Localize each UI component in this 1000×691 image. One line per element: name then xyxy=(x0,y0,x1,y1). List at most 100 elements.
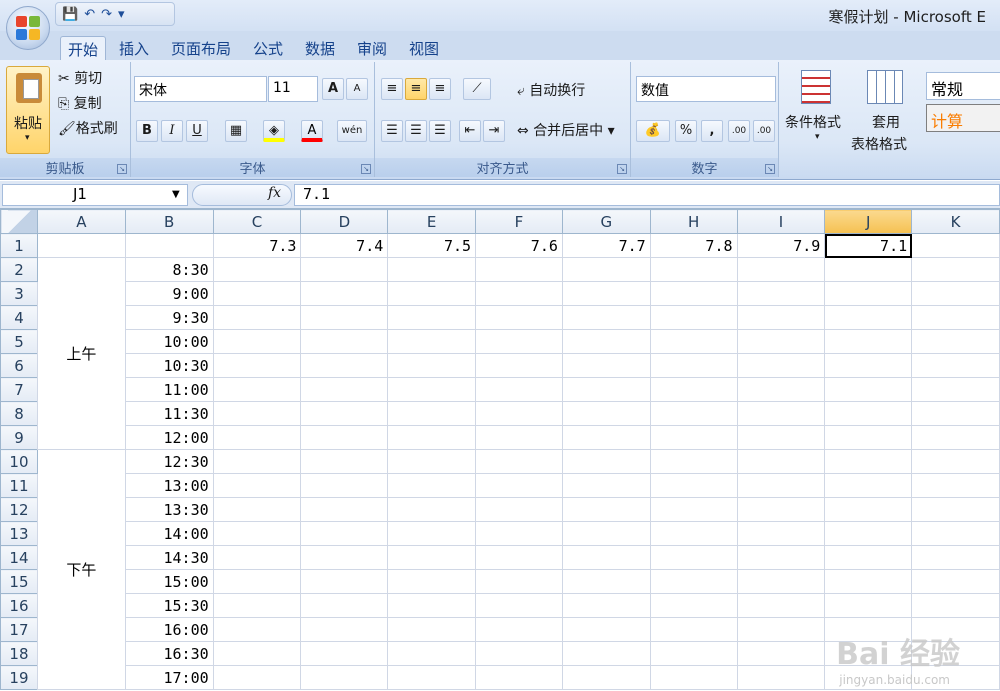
cell[interactable] xyxy=(387,305,477,330)
cell[interactable] xyxy=(824,401,913,426)
clipboard-launcher-icon[interactable]: ↘ xyxy=(117,164,127,174)
merge-center-button[interactable]: ⇔ 合并后居中 ▾ xyxy=(517,120,615,140)
save-icon[interactable]: 💾 xyxy=(62,7,78,22)
font-size-combo[interactable]: 11 xyxy=(268,76,318,102)
cell[interactable] xyxy=(387,401,477,426)
cell[interactable] xyxy=(212,305,302,330)
cell[interactable] xyxy=(561,257,651,282)
time-cell[interactable]: 15:30 xyxy=(124,593,214,618)
cell[interactable] xyxy=(736,377,826,402)
time-cell[interactable]: 12:00 xyxy=(124,425,214,450)
cell[interactable] xyxy=(649,377,738,402)
column-header[interactable]: I xyxy=(736,209,826,234)
cell[interactable] xyxy=(649,569,738,594)
grow-font-button[interactable]: A xyxy=(322,78,344,100)
row-header[interactable]: 5 xyxy=(0,329,38,354)
time-cell[interactable]: 8:30 xyxy=(124,257,214,282)
column-header[interactable]: A xyxy=(36,209,126,234)
cell[interactable] xyxy=(475,257,563,282)
cell[interactable] xyxy=(212,329,302,354)
column-header[interactable]: F xyxy=(475,209,563,234)
currency-icon[interactable]: 💰 xyxy=(636,120,670,142)
cell[interactable] xyxy=(475,521,563,546)
row-header[interactable]: 17 xyxy=(0,617,38,642)
cell[interactable] xyxy=(212,377,302,402)
cell[interactable] xyxy=(475,281,563,306)
row-header[interactable]: 7 xyxy=(0,377,38,402)
cell[interactable] xyxy=(212,617,302,642)
cell[interactable] xyxy=(561,473,651,498)
cell[interactable] xyxy=(736,305,826,330)
cell[interactable]: 7.5 xyxy=(387,233,477,258)
tab-page-layout[interactable]: 页面布局 xyxy=(164,36,238,61)
cell[interactable] xyxy=(561,617,651,642)
cell[interactable] xyxy=(475,545,563,570)
morning-label-cell[interactable]: 上午 xyxy=(36,257,126,450)
cell[interactable] xyxy=(387,473,477,498)
cell[interactable]: 7.8 xyxy=(649,233,738,258)
cell[interactable] xyxy=(649,281,738,306)
align-top-icon[interactable]: ≡ xyxy=(381,78,403,100)
cell[interactable] xyxy=(300,305,389,330)
cell[interactable] xyxy=(649,449,738,474)
cell[interactable] xyxy=(300,665,389,690)
cell[interactable] xyxy=(387,353,477,378)
cell[interactable] xyxy=(911,305,1000,330)
cell[interactable] xyxy=(736,473,826,498)
time-cell[interactable]: 14:30 xyxy=(124,545,214,570)
cell[interactable] xyxy=(475,425,563,450)
row-header[interactable]: 2 xyxy=(0,257,38,282)
cell[interactable] xyxy=(736,257,826,282)
active-cell[interactable]: 7.1 xyxy=(824,233,913,258)
cell[interactable] xyxy=(649,521,738,546)
cell[interactable] xyxy=(824,305,913,330)
cell[interactable] xyxy=(911,257,1000,282)
time-cell[interactable]: 10:30 xyxy=(124,353,214,378)
time-cell[interactable]: 16:00 xyxy=(124,617,214,642)
cell[interactable] xyxy=(387,425,477,450)
orientation-icon[interactable]: ⟋ xyxy=(463,78,491,100)
tab-formulas[interactable]: 公式 xyxy=(246,36,290,61)
cell[interactable] xyxy=(561,377,651,402)
cell[interactable] xyxy=(736,401,826,426)
cell[interactable] xyxy=(824,497,913,522)
time-cell[interactable]: 13:30 xyxy=(124,497,214,522)
cell[interactable] xyxy=(824,257,913,282)
formula-input[interactable]: 7.1 xyxy=(294,184,1000,206)
row-header[interactable]: 16 xyxy=(0,593,38,618)
cell[interactable]: 7.9 xyxy=(736,233,826,258)
align-left-icon[interactable]: ☰ xyxy=(381,120,403,142)
cell[interactable] xyxy=(649,497,738,522)
cell[interactable] xyxy=(475,449,563,474)
cell[interactable] xyxy=(561,425,651,450)
cell[interactable] xyxy=(300,521,389,546)
cell[interactable] xyxy=(387,329,477,354)
column-header[interactable]: K xyxy=(911,209,1000,234)
cell[interactable] xyxy=(824,545,913,570)
cell[interactable] xyxy=(212,425,302,450)
afternoon-label-cell[interactable]: 下午 xyxy=(36,449,126,690)
cell[interactable] xyxy=(649,593,738,618)
cell[interactable] xyxy=(300,329,389,354)
cell[interactable] xyxy=(824,353,913,378)
cell[interactable] xyxy=(561,281,651,306)
cell[interactable] xyxy=(561,593,651,618)
tab-insert[interactable]: 插入 xyxy=(112,36,156,61)
cell[interactable] xyxy=(824,449,913,474)
cell[interactable] xyxy=(475,641,563,666)
cell[interactable] xyxy=(824,569,913,594)
cell[interactable] xyxy=(649,425,738,450)
cell[interactable] xyxy=(300,593,389,618)
cell[interactable] xyxy=(911,473,1000,498)
tab-review[interactable]: 审阅 xyxy=(350,36,394,61)
cell[interactable] xyxy=(300,401,389,426)
cell[interactable]: 7.7 xyxy=(561,233,651,258)
time-cell[interactable]: 9:30 xyxy=(124,305,214,330)
copy-button[interactable]: ⎘ 复制 xyxy=(58,93,102,113)
cell[interactable] xyxy=(649,641,738,666)
time-cell[interactable]: 11:30 xyxy=(124,401,214,426)
cell[interactable] xyxy=(475,665,563,690)
cell[interactable]: 7.4 xyxy=(300,233,389,258)
row-header[interactable]: 15 xyxy=(0,569,38,594)
row-header[interactable]: 9 xyxy=(0,425,38,450)
